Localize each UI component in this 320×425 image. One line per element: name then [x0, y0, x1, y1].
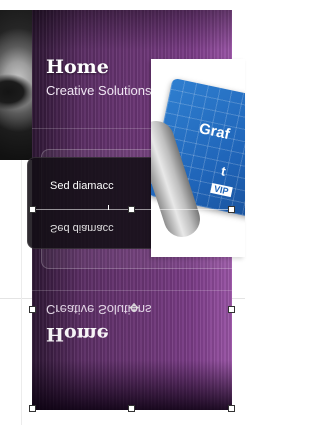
- selection-handle-center[interactable]: [128, 206, 135, 213]
- canvas-white-area: [0, 0, 122, 10]
- selection-handle-left[interactable]: [29, 206, 36, 213]
- selection-handle-right[interactable]: [228, 206, 235, 213]
- panel-divider-bottom: [32, 290, 232, 291]
- body-text-reflection: Sed diamacc: [50, 222, 114, 234]
- page-subtitle[interactable]: Creative Solutions: [46, 83, 152, 98]
- selection-handle-mid-right[interactable]: [228, 306, 235, 313]
- blueprint-image[interactable]: Graf t VIP: [151, 59, 245, 257]
- selection-handle-bottom-left[interactable]: [29, 405, 36, 412]
- selection-handle-bottom-right[interactable]: [228, 405, 235, 412]
- selection-center-tick: [108, 205, 109, 210]
- selection-handle-bottom-center[interactable]: [128, 405, 135, 412]
- panel-bottom-shade: [32, 360, 232, 410]
- page-title[interactable]: Home: [46, 56, 109, 78]
- rotate-icon[interactable]: ✥: [129, 301, 139, 315]
- body-text[interactable]: Sed diamacc: [50, 180, 114, 192]
- blueprint-label-secondary: t: [219, 163, 228, 179]
- panel-top-shade: [32, 10, 232, 50]
- page-title-reflection: Home: [46, 323, 109, 345]
- selection-handle-mid-left[interactable]: [29, 306, 36, 313]
